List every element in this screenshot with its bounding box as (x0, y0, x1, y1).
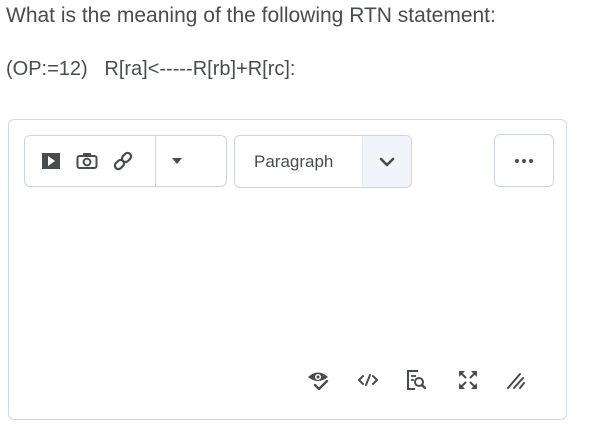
html-editor: Paragraph (8, 119, 567, 420)
preview-button[interactable] (402, 365, 430, 395)
insert-image-button[interactable] (69, 136, 105, 186)
insert-link-button[interactable] (105, 136, 141, 186)
fullscreen-icon (458, 370, 478, 390)
dropdown-arrow-icon (171, 157, 183, 165)
accessibility-checker-icon (306, 369, 330, 391)
resize-handle[interactable] (504, 365, 528, 395)
insert-toolbar (24, 135, 227, 187)
insert-media-button[interactable] (33, 136, 69, 186)
more-options-icon (514, 158, 534, 164)
format-select-value: Paragraph (254, 151, 334, 171)
source-code-button[interactable] (354, 365, 382, 395)
preview-icon (406, 370, 426, 390)
fullscreen-button[interactable] (454, 365, 482, 395)
rtn-statement: (OP:=12) R[ra]<-----R[rb]+R[rc]: (6, 58, 296, 80)
format-select[interactable]: Paragraph (234, 135, 412, 188)
question-text: What is the meaning of the following RTN… (6, 4, 496, 27)
link-icon (112, 150, 134, 172)
source-code-icon (358, 374, 378, 386)
play-icon (41, 152, 61, 170)
insert-more-dropdown[interactable] (156, 136, 198, 186)
camera-icon (76, 152, 98, 170)
accessibility-checker-button[interactable] (304, 365, 332, 395)
chevron-down-icon (362, 136, 411, 187)
resize-handle-icon (506, 370, 526, 390)
editor-status-bar (304, 365, 554, 395)
more-actions-button[interactable] (494, 134, 554, 187)
editor-content-area[interactable] (10, 194, 565, 359)
